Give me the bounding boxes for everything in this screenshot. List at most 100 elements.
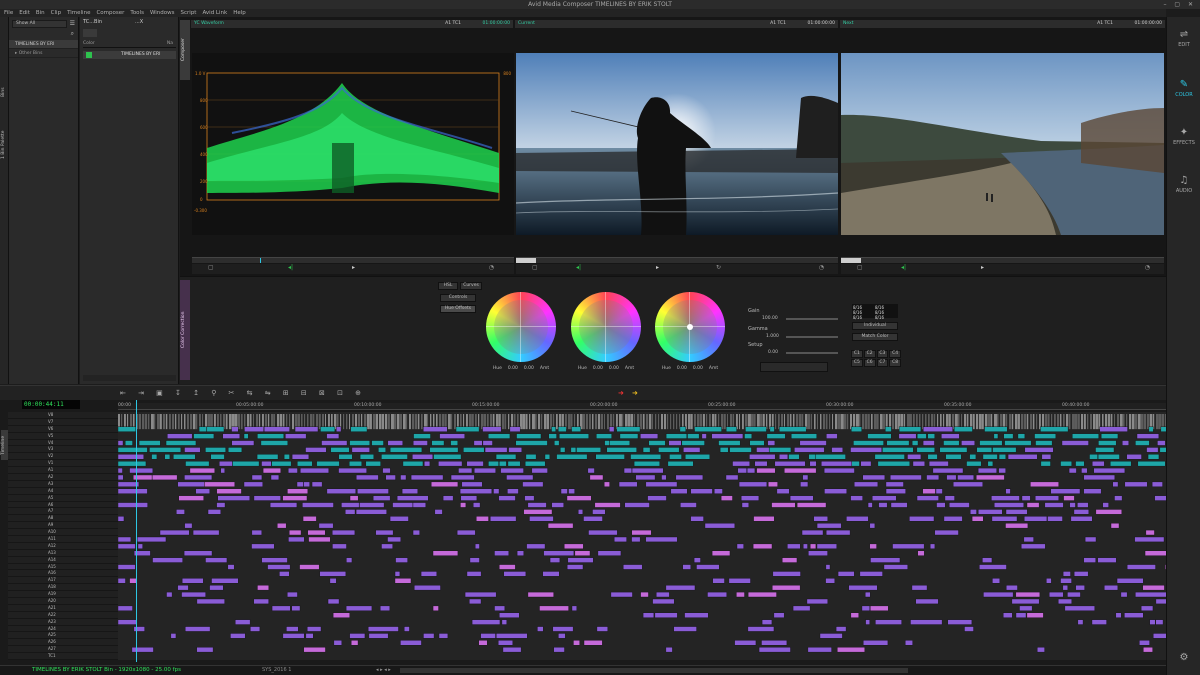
wheel[interactable] [486, 292, 556, 362]
clip[interactable] [973, 414, 975, 430]
clip[interactable] [490, 516, 517, 522]
clip[interactable] [482, 440, 493, 446]
clip[interactable] [558, 426, 567, 432]
clip[interactable] [850, 495, 863, 501]
clip[interactable] [400, 640, 422, 646]
clip[interactable] [869, 523, 876, 529]
clip[interactable] [178, 495, 204, 501]
clip[interactable] [286, 626, 299, 632]
clip[interactable] [725, 474, 739, 481]
clip[interactable] [772, 571, 801, 577]
clip[interactable] [1137, 461, 1166, 467]
clip[interactable] [932, 467, 964, 474]
clip[interactable] [271, 605, 291, 611]
clip[interactable] [943, 440, 960, 446]
clip[interactable] [475, 543, 480, 549]
clip[interactable] [220, 467, 225, 474]
track-header[interactable]: V3 [8, 446, 118, 454]
clip[interactable] [768, 481, 778, 487]
clip[interactable] [420, 571, 437, 577]
timeline-horizontal-scrollbar[interactable] [400, 668, 908, 673]
clip[interactable] [382, 467, 391, 474]
play-icon[interactable]: ▸ [981, 264, 984, 271]
color-wheel-shadows[interactable]: Hue 0.00 0.00 Amt [481, 292, 561, 382]
clip[interactable] [151, 474, 178, 481]
clip[interactable] [773, 612, 785, 618]
clip[interactable] [779, 454, 789, 460]
clip[interactable] [488, 433, 511, 439]
clip[interactable] [482, 426, 502, 432]
clip[interactable] [157, 414, 160, 430]
clip[interactable] [909, 516, 935, 522]
clip[interactable] [118, 426, 136, 432]
clip[interactable] [1050, 488, 1081, 494]
clip[interactable] [552, 626, 574, 632]
clip[interactable] [291, 454, 310, 460]
search-icon[interactable]: ⌕ [71, 30, 74, 38]
clip[interactable] [728, 578, 751, 584]
clip[interactable] [823, 467, 855, 474]
clip[interactable] [890, 474, 922, 481]
clip[interactable] [690, 516, 704, 522]
clip[interactable] [823, 414, 826, 430]
workspace-edit[interactable]: ⇌ EDIT [1167, 29, 1200, 48]
clip[interactable] [370, 414, 372, 430]
clip[interactable] [267, 564, 291, 570]
wheel-handle[interactable] [687, 324, 693, 330]
track-header[interactable]: A16 [8, 570, 118, 578]
clip[interactable] [915, 598, 939, 605]
clip[interactable] [1015, 591, 1041, 598]
clip[interactable] [1093, 467, 1126, 474]
track-header[interactable]: A1 [8, 467, 118, 474]
clip[interactable] [207, 509, 221, 515]
clip[interactable] [410, 474, 444, 481]
playhead[interactable] [136, 400, 137, 662]
clip[interactable] [375, 529, 394, 536]
clip[interactable] [854, 481, 879, 487]
clip[interactable] [251, 543, 275, 549]
clip[interactable] [701, 433, 707, 439]
clip[interactable] [404, 626, 410, 632]
clip[interactable] [801, 529, 824, 536]
clip[interactable] [537, 626, 544, 632]
clip[interactable] [1135, 591, 1166, 598]
clip[interactable] [885, 488, 906, 494]
clip[interactable] [499, 612, 520, 618]
clip[interactable] [802, 474, 809, 481]
clip[interactable] [1124, 612, 1144, 618]
clip[interactable] [1081, 414, 1084, 430]
clip[interactable] [175, 414, 177, 430]
clip[interactable] [394, 571, 401, 577]
clip[interactable] [811, 414, 813, 430]
clip[interactable] [1033, 414, 1035, 430]
clip[interactable] [588, 529, 618, 536]
clip[interactable] [488, 461, 499, 467]
clip[interactable] [1030, 481, 1059, 487]
clip[interactable] [817, 414, 819, 430]
clip[interactable] [560, 447, 566, 453]
menu-icon[interactable]: ☰ [70, 20, 75, 27]
clip[interactable] [543, 550, 575, 556]
clip[interactable] [682, 564, 691, 570]
clip[interactable] [649, 414, 652, 430]
clip[interactable] [118, 447, 148, 453]
clip[interactable] [1095, 447, 1115, 453]
clip[interactable] [192, 529, 220, 536]
clip[interactable] [978, 509, 1003, 515]
clip[interactable] [349, 633, 366, 639]
track-header[interactable]: V8 [8, 412, 118, 419]
clip[interactable] [1075, 585, 1085, 591]
clip[interactable] [527, 591, 554, 598]
clip[interactable] [872, 495, 897, 501]
menu-help[interactable]: Help [233, 9, 246, 17]
clip[interactable] [148, 414, 150, 430]
clip[interactable] [177, 481, 205, 487]
clip[interactable] [800, 481, 809, 487]
clip[interactable] [176, 509, 185, 515]
clip[interactable] [118, 488, 148, 494]
clip[interactable] [198, 426, 207, 432]
clip[interactable] [307, 529, 326, 536]
setup-slider[interactable] [786, 352, 838, 354]
clip[interactable] [509, 426, 521, 432]
clip[interactable] [346, 414, 348, 430]
